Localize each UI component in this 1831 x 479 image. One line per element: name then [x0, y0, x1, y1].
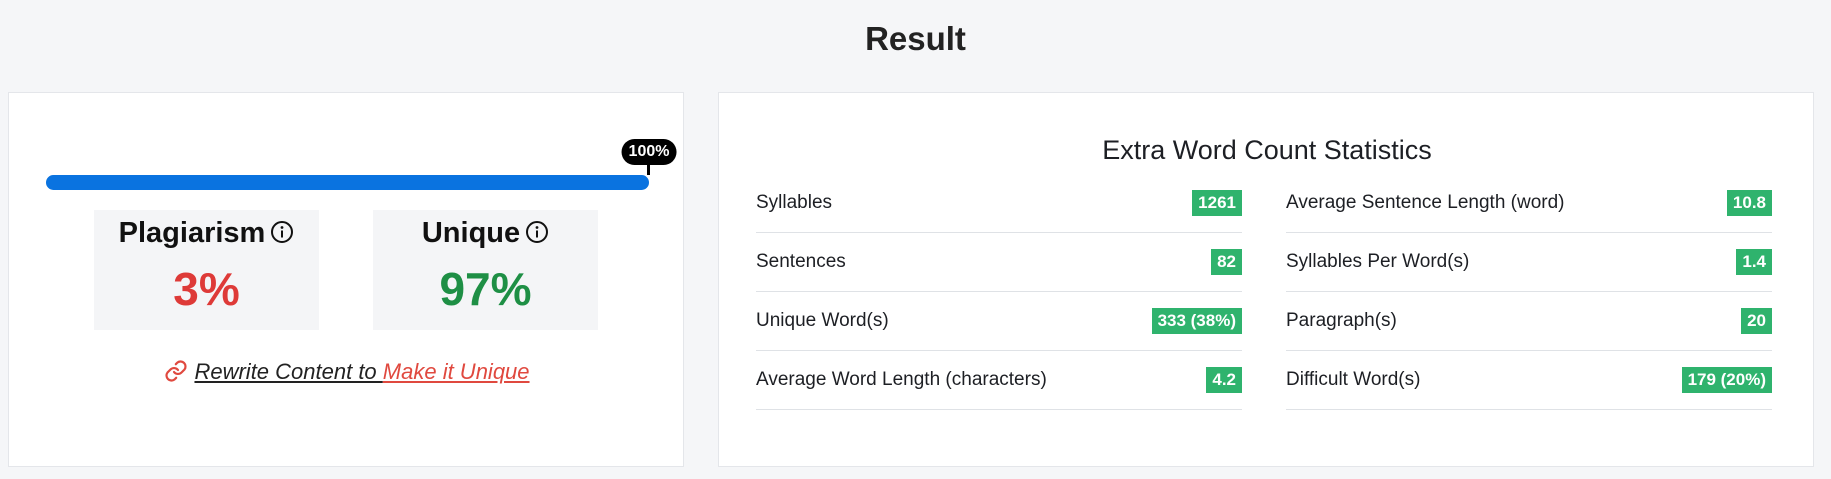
stat-row-average-word-length: Average Word Length (characters) 4.2: [756, 351, 1242, 410]
word-count-stats-panel: Extra Word Count Statistics Syllables 12…: [718, 92, 1814, 467]
stat-row-syllables: Syllables 1261: [756, 174, 1242, 233]
make-it-unique-link[interactable]: Make it Unique: [383, 359, 530, 384]
rewrite-content-row: Rewrite Content to Make it Unique: [9, 359, 685, 389]
progress-fill: [46, 175, 649, 190]
stat-row-paragraphs: Paragraph(s) 20: [1286, 292, 1772, 351]
stat-badge: 333 (38%): [1151, 308, 1242, 334]
stat-label: Paragraph(s): [1286, 310, 1397, 331]
stat-label: Average Word Length (characters): [756, 369, 1047, 390]
plagiarism-result-panel: 100% Plagiarism 3% Unique 97% Rewrite Co…: [8, 92, 684, 467]
stat-row-unique-words: Unique Word(s) 333 (38%): [756, 292, 1242, 351]
stat-row-sentences: Sentences 82: [756, 233, 1242, 292]
plagiarism-label: Plagiarism: [118, 217, 266, 249]
link-icon: [164, 359, 188, 389]
stats-column-left: Syllables 1261 Sentences 82 Unique Word(…: [756, 174, 1242, 410]
plagiarism-progress-bar: [46, 175, 649, 190]
stat-badge: 10.8: [1726, 190, 1772, 216]
stat-label: Syllables Per Word(s): [1286, 251, 1470, 272]
unique-stat-box: Unique 97%: [373, 210, 598, 330]
stat-label: Average Sentence Length (word): [1286, 192, 1565, 213]
stat-label: Syllables: [756, 192, 833, 213]
unique-label: Unique: [421, 217, 521, 249]
stat-row-difficult-words: Difficult Word(s) 179 (20%): [1286, 351, 1772, 410]
stat-badge: 1.4: [1736, 249, 1772, 275]
plagiarism-info-icon[interactable]: [270, 219, 294, 252]
page-title: Result: [865, 20, 966, 57]
stat-label: Sentences: [756, 251, 846, 272]
stat-row-syllables-per-word: Syllables Per Word(s) 1.4: [1286, 233, 1772, 292]
stat-badge: 4.2: [1206, 367, 1242, 393]
plagiarism-stat-box: Plagiarism 3%: [94, 210, 319, 330]
rewrite-content-text: Rewrite Content to: [194, 359, 383, 384]
stats-column-right: Average Sentence Length (word) 10.8 Syll…: [1286, 174, 1772, 410]
stat-label: Unique Word(s): [756, 310, 889, 331]
stat-badge: 20: [1741, 308, 1772, 334]
stat-label: Difficult Word(s): [1286, 369, 1421, 390]
plagiarism-percent: 3%: [173, 263, 240, 315]
stat-row-average-sentence-length: Average Sentence Length (word) 10.8: [1286, 174, 1772, 233]
stats-title: Extra Word Count Statistics: [1102, 135, 1432, 165]
progress-percent-badge: 100%: [621, 139, 677, 165]
unique-info-icon[interactable]: [525, 219, 549, 252]
stat-badge: 82: [1211, 249, 1242, 275]
unique-percent: 97%: [439, 263, 532, 315]
stat-badge: 179 (20%): [1681, 367, 1772, 393]
stat-badge: 1261: [1192, 190, 1242, 216]
